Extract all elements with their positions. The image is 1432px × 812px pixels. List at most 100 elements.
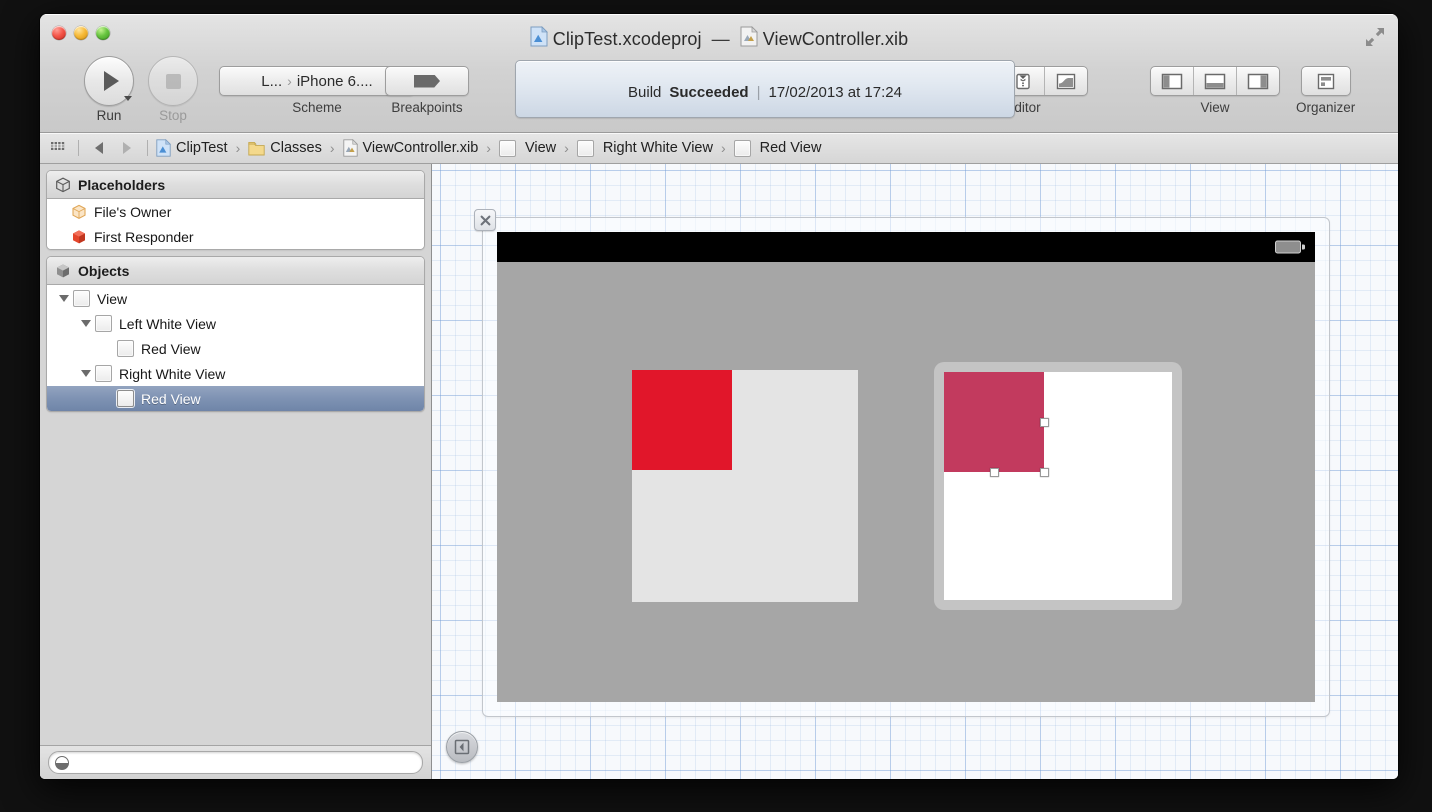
view-icon	[499, 140, 516, 157]
filter-icon	[55, 756, 69, 770]
filter-input[interactable]	[74, 754, 416, 771]
disclosure-triangle-icon[interactable]	[57, 295, 71, 302]
tree-item-red-view-right[interactable]: Red View	[47, 386, 424, 411]
breakpoints-label: Breakpoints	[391, 100, 462, 115]
organizer-icon	[1316, 73, 1336, 90]
build-status-result: Succeeded	[669, 84, 748, 101]
window-body: Placeholders File's Owner	[40, 164, 1398, 779]
version-editor-button[interactable]	[1045, 67, 1087, 95]
collapse-left-icon	[454, 739, 470, 755]
breadcrumb-item-classes[interactable]: Classes	[248, 140, 322, 156]
tree-item-red-view-left[interactable]: Red View	[47, 336, 424, 361]
objects-panel: Objects View Left White View	[46, 256, 425, 412]
forward-arrow-icon[interactable]	[115, 141, 139, 155]
battery-icon	[1275, 241, 1301, 254]
stop-group: Stop	[148, 56, 198, 123]
view-icon	[95, 365, 112, 382]
breadcrumb-item-viewcontroller-xib[interactable]: ViewController.xib	[343, 139, 479, 157]
window-title-project: ClipTest.xcodeproj	[553, 29, 702, 50]
window-titlebar: ClipTest.xcodeproj — ViewController.xib	[40, 14, 1398, 133]
placeholders-panel: Placeholders File's Owner	[46, 170, 425, 250]
files-owner-icon	[71, 204, 87, 220]
canvas-collapse-button[interactable]	[446, 731, 478, 763]
left-white-view[interactable]	[632, 370, 858, 602]
toggle-debug-area-button[interactable]	[1194, 67, 1237, 95]
build-status-prefix: Build	[628, 84, 661, 101]
list-item-first-responder[interactable]: First Responder	[47, 224, 424, 249]
view-label: View	[1200, 100, 1229, 115]
desktop-background: ClipTest.xcodeproj — ViewController.xib	[0, 0, 1432, 812]
breakpoints-button[interactable]	[385, 66, 469, 96]
view-icon	[577, 140, 594, 157]
xib-file-icon	[740, 26, 758, 52]
stop-label: Stop	[159, 108, 187, 123]
device-preview[interactable]	[497, 232, 1315, 702]
placeholders-header[interactable]: Placeholders	[47, 171, 424, 199]
build-status-box[interactable]: Build Succeeded | 17/02/2013 at 17:24	[515, 60, 1015, 118]
toggle-utilities-button[interactable]	[1237, 67, 1279, 95]
canvas-close-button[interactable]	[474, 209, 496, 231]
objects-header[interactable]: Objects	[47, 257, 424, 285]
view-segmented-control	[1150, 66, 1280, 96]
jump-grid-icon[interactable]	[46, 139, 70, 157]
run-group: Run	[84, 56, 134, 123]
window-title-file: ViewController.xib	[763, 29, 909, 50]
selection-handle-middle-right[interactable]	[1040, 418, 1049, 427]
disclosure-triangle-icon[interactable]	[79, 320, 93, 327]
breadcrumb-item-view[interactable]: View	[499, 140, 556, 157]
breadcrumb-chevron: ›	[236, 140, 241, 156]
placeholders-list: File's Owner First Responder	[47, 199, 424, 249]
tree-item-label: Left White View	[119, 316, 216, 332]
tree-item-label: Red View	[141, 341, 201, 357]
list-item-label: File's Owner	[94, 204, 171, 220]
play-icon	[104, 71, 119, 91]
right-white-view[interactable]	[944, 372, 1172, 600]
run-button[interactable]	[84, 56, 134, 106]
scheme-label: Scheme	[292, 100, 342, 115]
back-arrow-icon[interactable]	[87, 141, 111, 155]
xib-file-icon	[343, 139, 358, 157]
view-icon	[95, 315, 112, 332]
disclosure-triangle-icon[interactable]	[79, 370, 93, 377]
window-title-dash: —	[708, 29, 734, 50]
view-group: View	[1150, 66, 1280, 115]
breadcrumb-item-right-white-view[interactable]: Right White View	[577, 140, 713, 157]
view-icon	[73, 290, 90, 307]
objects-header-label: Objects	[78, 263, 129, 279]
interface-builder-canvas[interactable]	[432, 164, 1398, 779]
tree-item-label: Right White View	[119, 366, 225, 382]
toggle-navigator-button[interactable]	[1151, 67, 1194, 95]
navigator-filter-bar	[40, 745, 431, 779]
breakpoint-flag-icon	[414, 75, 440, 88]
left-red-view[interactable]	[632, 370, 732, 470]
tree-item-left-white-view[interactable]: Left White View	[47, 311, 424, 336]
filter-field[interactable]	[48, 751, 423, 774]
breadcrumb-label: Right White View	[603, 140, 713, 156]
jumpbar-divider-2	[147, 140, 148, 156]
right-pane-icon	[1247, 73, 1269, 90]
right-white-view-container	[934, 362, 1182, 610]
view-icon	[117, 340, 134, 357]
placeholders-header-label: Placeholders	[78, 177, 165, 193]
stop-icon	[166, 74, 181, 89]
xcode-project-icon	[156, 139, 171, 157]
stop-button[interactable]	[148, 56, 198, 106]
breadcrumb-item-red-view[interactable]: Red View	[734, 140, 822, 157]
cube-outline-icon	[55, 177, 71, 193]
list-item-files-owner[interactable]: File's Owner	[47, 199, 424, 224]
build-status-timestamp: 17/02/2013 at 17:24	[769, 84, 902, 101]
selection-handle-bottom-right[interactable]	[1040, 468, 1049, 477]
tree-item-right-white-view[interactable]: Right White View	[47, 361, 424, 386]
folder-icon	[248, 141, 265, 156]
fullscreen-arrows-icon[interactable]	[1364, 26, 1386, 48]
right-red-view-selected[interactable]	[944, 372, 1044, 472]
breadcrumb-chevron: ›	[564, 140, 569, 156]
organizer-button[interactable]	[1301, 66, 1351, 96]
tree-item-view[interactable]: View	[47, 286, 424, 311]
view-icon	[117, 390, 134, 407]
tree-item-label: View	[97, 291, 127, 307]
selection-handle-bottom-left[interactable]	[990, 468, 999, 477]
canvas-document-frame[interactable]	[482, 217, 1330, 717]
breadcrumb-label: ClipTest	[176, 140, 228, 156]
breadcrumb-item-cliptest[interactable]: ClipTest	[156, 139, 228, 157]
